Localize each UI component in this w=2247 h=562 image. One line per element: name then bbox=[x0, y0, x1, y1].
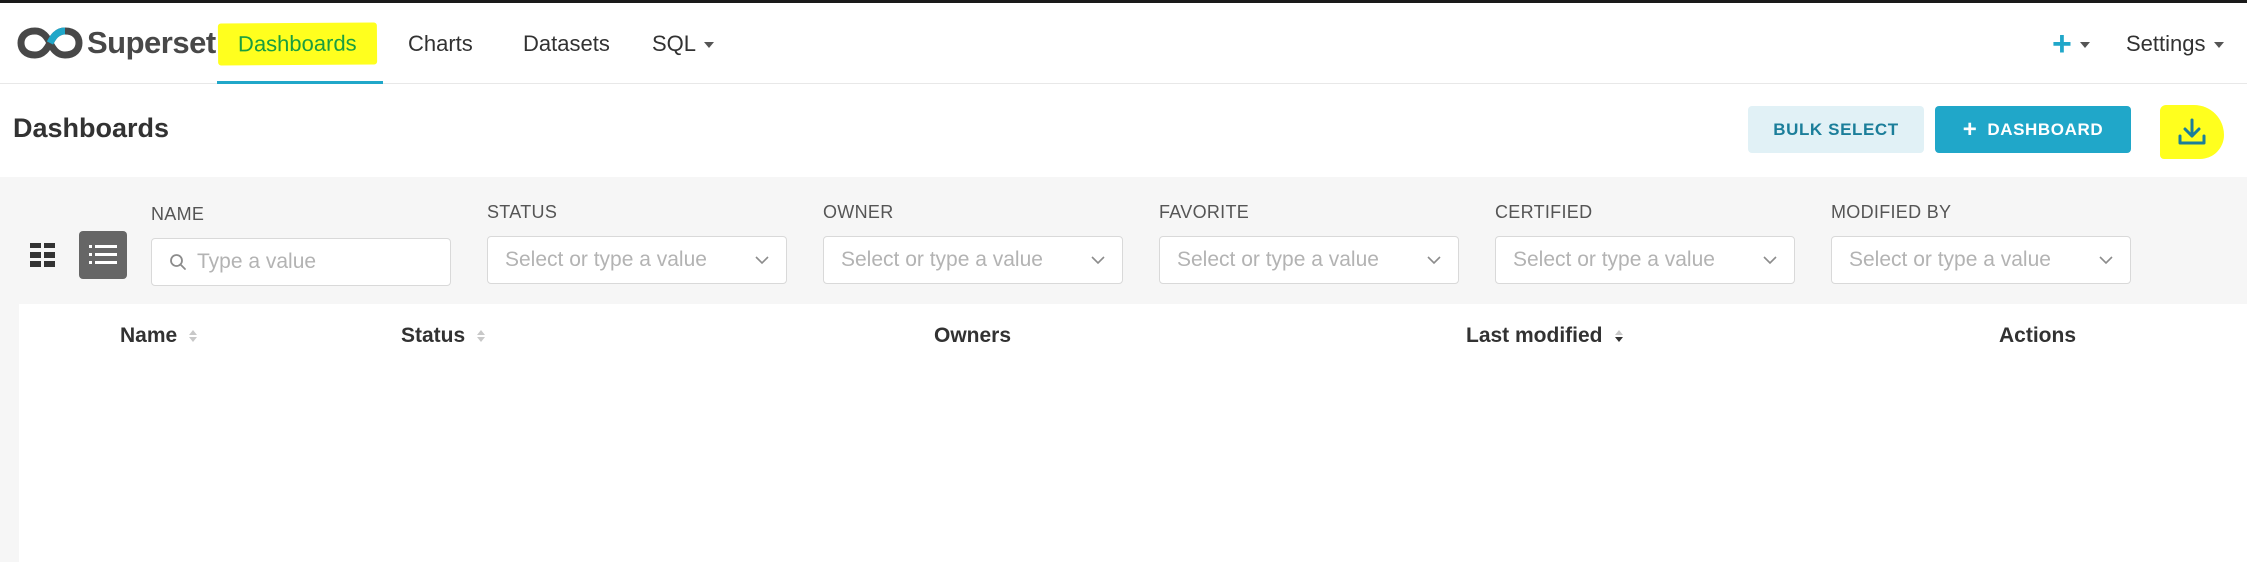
filter-label: CERTIFIED bbox=[1495, 202, 1593, 222]
filter-placeholder: Type a value bbox=[197, 250, 317, 273]
filter-owner: OWNER Select or type a value bbox=[823, 202, 1123, 284]
filter-favorite: FAVORITE Select or type a value bbox=[1159, 202, 1459, 284]
nav-active-underline bbox=[217, 81, 383, 84]
nav-datasets[interactable]: Datasets bbox=[523, 3, 610, 84]
bulk-select-button[interactable]: BULK SELECT bbox=[1748, 106, 1924, 153]
column-header-status[interactable]: Status bbox=[401, 324, 486, 348]
plus-icon: + bbox=[1962, 115, 1978, 143]
filter-placeholder: Select or type a value bbox=[1177, 248, 1379, 271]
filter-certified: CERTIFIED Select or type a value bbox=[1495, 202, 1795, 284]
column-header-owners: Owners bbox=[934, 324, 1011, 348]
status-select[interactable]: Select or type a value bbox=[487, 236, 787, 284]
chevron-down-icon bbox=[1427, 256, 1441, 265]
column-header-label: Status bbox=[401, 324, 466, 347]
chevron-down-icon bbox=[1763, 256, 1777, 265]
column-header-label: Last modified bbox=[1466, 324, 1603, 347]
bulk-select-label: BULK SELECT bbox=[1773, 119, 1899, 139]
column-header-label: Name bbox=[120, 324, 178, 347]
filter-label: MODIFIED BY bbox=[1831, 202, 1952, 222]
filter-placeholder: Select or type a value bbox=[1513, 248, 1715, 271]
settings-label: Settings bbox=[2126, 30, 2206, 56]
sort-desc-icon bbox=[1614, 330, 1623, 342]
settings-menu[interactable]: Settings bbox=[2126, 3, 2224, 84]
list-view-icon bbox=[89, 245, 117, 264]
nav-charts[interactable]: Charts bbox=[408, 3, 473, 84]
filter-label: OWNER bbox=[823, 202, 894, 222]
name-search-input[interactable]: Type a value bbox=[151, 238, 451, 286]
owner-select[interactable]: Select or type a value bbox=[823, 236, 1123, 284]
column-header-label: Actions bbox=[1999, 324, 2077, 347]
top-navbar: Superset Dashboards Charts Datasets SQL … bbox=[0, 3, 2247, 84]
search-icon bbox=[170, 254, 186, 270]
dashboards-table: Name Status Owners Last modified Actions bbox=[19, 304, 2247, 562]
page-title: Dashboards bbox=[13, 113, 170, 143]
sort-icon bbox=[189, 330, 198, 342]
brand-name: Superset bbox=[87, 25, 216, 60]
chevron-down-icon bbox=[2213, 42, 2224, 48]
filter-label: FAVORITE bbox=[1159, 202, 1250, 222]
nav-dashboards[interactable]: Dashboards bbox=[217, 3, 377, 84]
filter-name: NAME Type a value bbox=[151, 204, 451, 286]
list-view-toggle[interactable] bbox=[79, 231, 127, 279]
chevron-down-icon bbox=[704, 42, 715, 48]
chevron-down-icon bbox=[755, 256, 769, 265]
modified-by-select[interactable]: Select or type a value bbox=[1831, 236, 2131, 284]
nav-dashboards-label: Dashboards bbox=[237, 30, 357, 56]
new-item-menu[interactable]: + bbox=[2052, 3, 2090, 84]
column-header-name[interactable]: Name bbox=[120, 324, 198, 348]
add-dashboard-label: DASHBOARD bbox=[1987, 119, 2104, 139]
filter-status: STATUS Select or type a value bbox=[487, 202, 787, 284]
card-view-toggle[interactable] bbox=[19, 231, 67, 279]
chevron-down-icon bbox=[1091, 256, 1105, 265]
add-dashboard-button[interactable]: + DASHBOARD bbox=[1935, 106, 2131, 153]
filter-modified-by: MODIFIED BY Select or type a value bbox=[1831, 202, 2131, 284]
column-header-label: Owners bbox=[934, 324, 1012, 347]
filter-placeholder: Select or type a value bbox=[841, 248, 1043, 271]
sort-icon bbox=[477, 330, 486, 342]
nav-highlight: Dashboards bbox=[217, 21, 377, 66]
favorite-select[interactable]: Select or type a value bbox=[1159, 236, 1459, 284]
download-icon bbox=[2178, 118, 2206, 145]
download-button[interactable] bbox=[2160, 105, 2224, 159]
nav-charts-label: Charts bbox=[408, 30, 473, 56]
filter-label: STATUS bbox=[487, 202, 558, 222]
filter-placeholder: Select or type a value bbox=[505, 248, 707, 271]
filter-label: NAME bbox=[151, 204, 205, 224]
grid-view-icon bbox=[30, 243, 55, 267]
chevron-down-icon bbox=[2099, 256, 2113, 265]
page-header: Dashboards BULK SELECT + DASHBOARD bbox=[0, 85, 2247, 177]
certified-select[interactable]: Select or type a value bbox=[1495, 236, 1795, 284]
filter-placeholder: Select or type a value bbox=[1849, 248, 2051, 271]
brand[interactable]: Superset bbox=[17, 21, 216, 65]
column-header-actions: Actions bbox=[1999, 324, 2076, 348]
plus-icon: + bbox=[2052, 24, 2072, 63]
column-header-last-modified[interactable]: Last modified bbox=[1466, 324, 1623, 348]
superset-logo-icon bbox=[17, 27, 83, 59]
nav-datasets-label: Datasets bbox=[523, 30, 610, 56]
chevron-down-icon bbox=[2079, 42, 2090, 48]
nav-sql[interactable]: SQL bbox=[652, 3, 715, 84]
nav-sql-label: SQL bbox=[652, 30, 697, 56]
